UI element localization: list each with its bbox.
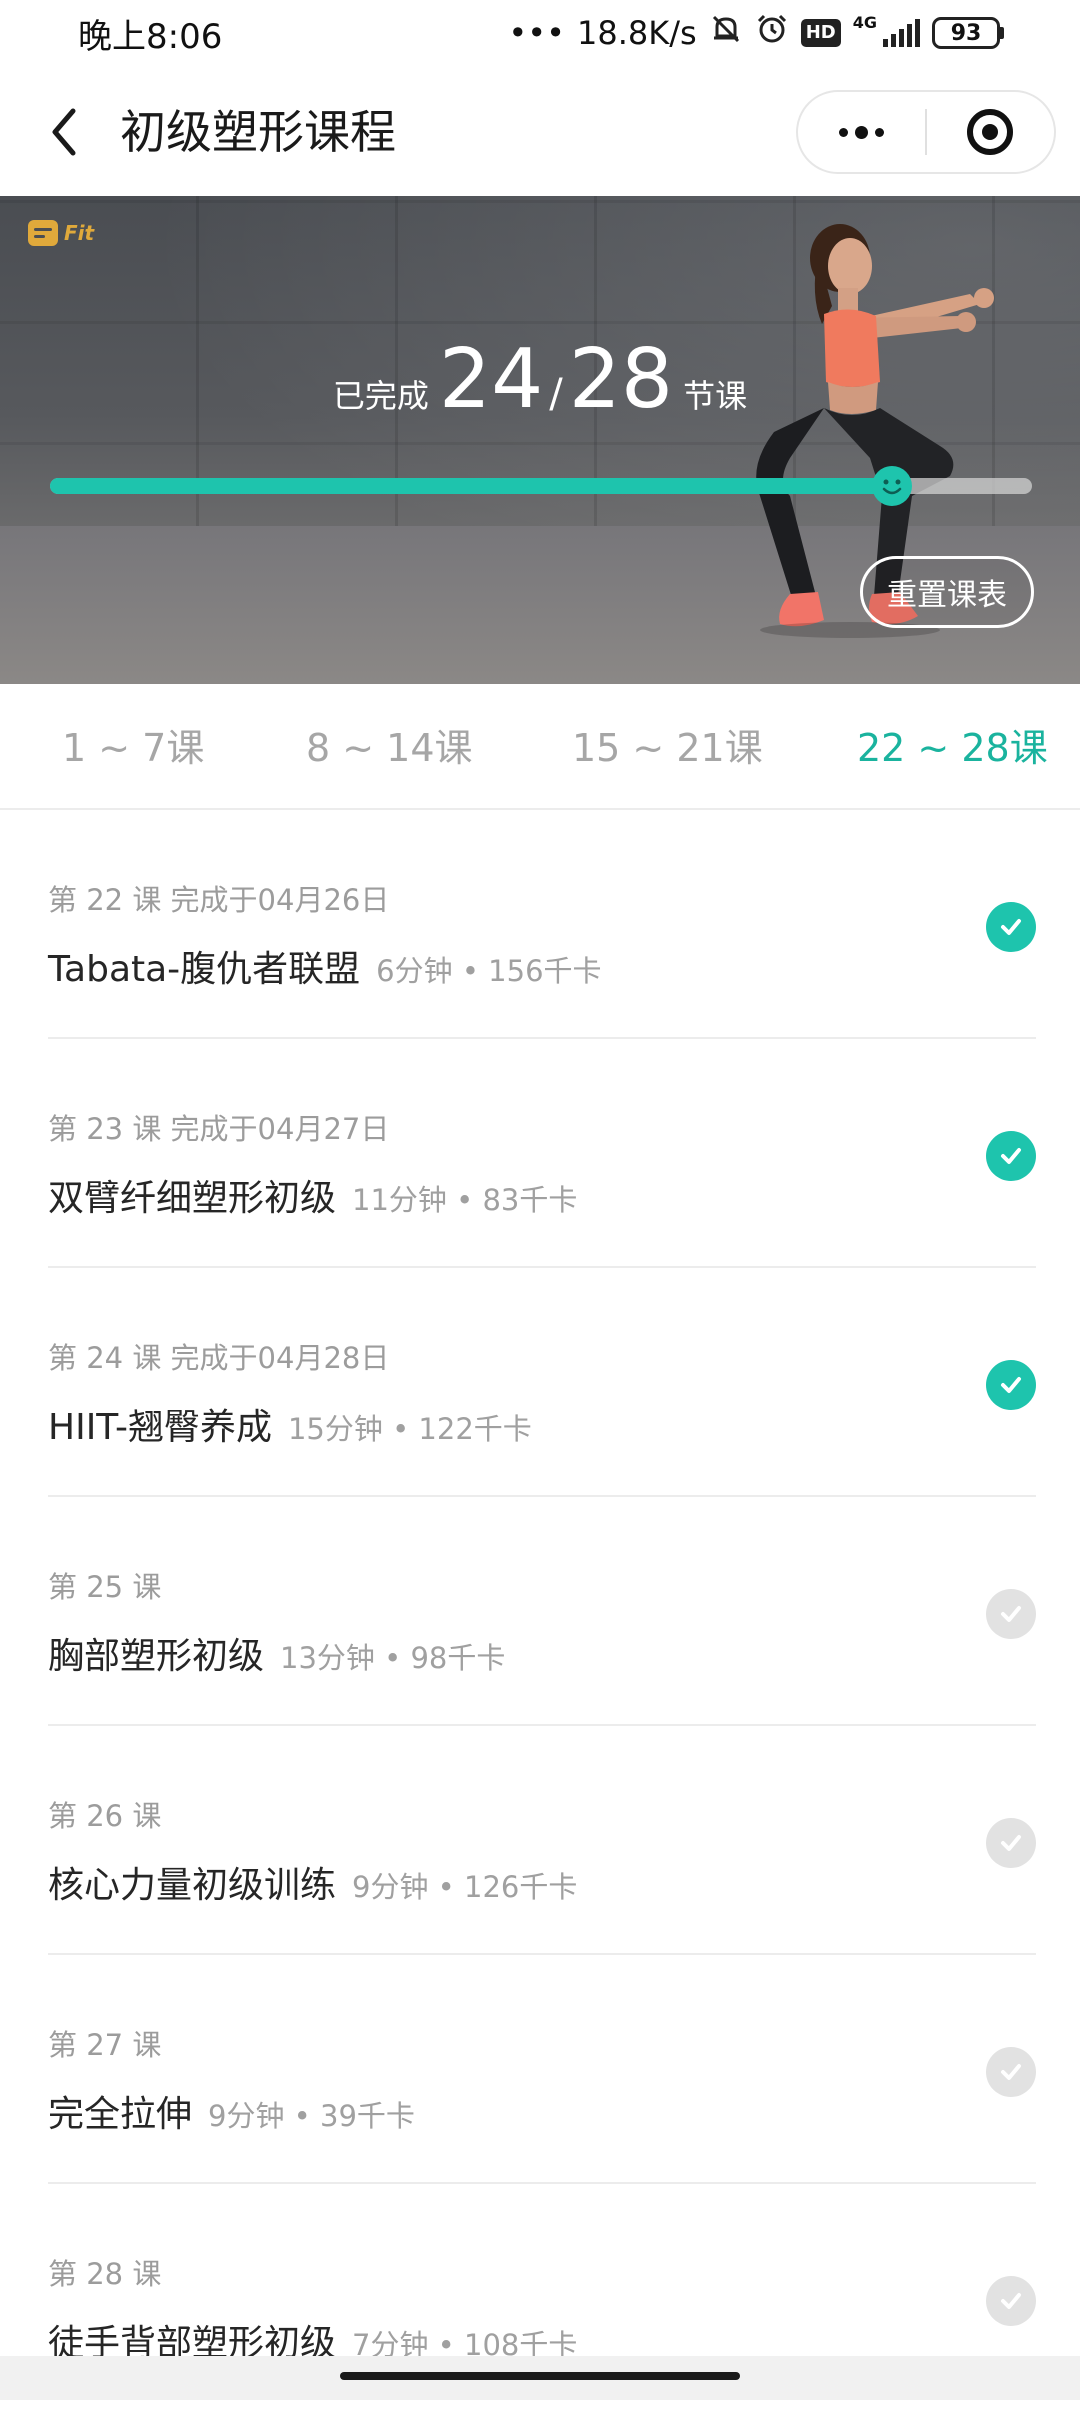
- lesson-item[interactable]: 第 23 课 完成于04月27日 双臂纤细塑形初级 11分钟 • 83千卡: [48, 1039, 1036, 1268]
- network-speed: 18.8K/s: [577, 14, 697, 52]
- mute-bell-icon: [709, 12, 743, 54]
- lesson-stats: 6分钟 • 156千卡: [376, 954, 602, 988]
- course-progress-bar: [50, 466, 1032, 506]
- back-button[interactable]: [36, 102, 92, 162]
- lesson-item[interactable]: 第 22 课 完成于04月26日 Tabata-腹仇者联盟 6分钟 • 156千…: [48, 810, 1036, 1039]
- lesson-item[interactable]: 第 27 课 完全拉伸 9分钟 • 39千卡: [48, 1955, 1036, 2184]
- hero-banner: Fit 已完成 24 / 28 节课 重置课表: [0, 196, 1080, 684]
- alarm-icon: [755, 12, 789, 54]
- status-time: 晚上8:06: [78, 16, 223, 57]
- tab-lessons-1-7[interactable]: 1 ~ 7课: [62, 724, 204, 772]
- page-title: 初级塑形课程: [120, 105, 396, 159]
- close-button[interactable]: [927, 90, 1054, 174]
- count-separator: /: [549, 371, 563, 417]
- lesson-item[interactable]: 第 25 课 胸部塑形初级 13分钟 • 98千卡: [48, 1497, 1036, 1726]
- target-close-icon: [967, 109, 1014, 155]
- lesson-meta: 第 25 课: [48, 1570, 162, 1604]
- status-icons: ••• 18.8K/s HD 4G 93: [508, 12, 1004, 54]
- completed-count: 24: [438, 332, 544, 427]
- lesson-title: 完全拉伸: [48, 2094, 193, 2135]
- battery-level: 93: [932, 17, 1000, 49]
- completed-prefix: 已完成: [332, 377, 429, 415]
- network-type: 4G: [852, 13, 877, 32]
- lesson-meta: 第 24 课 完成于04月28日: [48, 1341, 390, 1375]
- check-icon: [986, 902, 1036, 952]
- nav-bar: 初级塑形课程: [0, 66, 1080, 196]
- home-indicator[interactable]: [340, 2372, 740, 2380]
- check-icon: [986, 1589, 1036, 1639]
- lesson-item[interactable]: 第 24 课 完成于04月28日 HIIT-翘臀养成 15分钟 • 122千卡: [48, 1268, 1036, 1497]
- chevron-left-icon: [52, 108, 76, 156]
- lesson-title: Tabata-腹仇者联盟: [48, 949, 361, 990]
- completed-suffix: 节课: [683, 377, 748, 415]
- tab-lessons-22-28[interactable]: 22 ~ 28课: [857, 724, 1048, 772]
- lesson-range-tabs: 1 ~ 7课 8 ~ 14课 15 ~ 21课 22 ~ 28课: [0, 684, 1080, 810]
- check-icon: [986, 1131, 1036, 1181]
- tab-lessons-8-14[interactable]: 8 ~ 14课: [306, 724, 473, 772]
- lesson-title: HIIT-翘臀养成: [48, 1407, 272, 1448]
- lesson-stats: 15分钟 • 122千卡: [287, 1412, 532, 1446]
- more-button[interactable]: [798, 90, 925, 174]
- lesson-stats: 11分钟 • 83千卡: [352, 1183, 578, 1217]
- lesson-stats: 9分钟 • 39千卡: [208, 2099, 415, 2133]
- logo-icon: [28, 220, 58, 246]
- lesson-stats: 9分钟 • 126千卡: [352, 1870, 578, 1904]
- hd-icon: HD: [800, 19, 841, 47]
- lesson-item[interactable]: 第 26 课 核心力量初级训练 9分钟 • 126千卡: [48, 1726, 1036, 1955]
- mini-program-capsule: [796, 90, 1056, 174]
- dots-icon: •••: [508, 14, 566, 52]
- lesson-meta: 第 28 课: [48, 2257, 162, 2291]
- check-icon: [986, 1360, 1036, 1410]
- brand-logo-text: Fit: [64, 221, 95, 245]
- check-icon: [986, 1818, 1036, 1868]
- reset-schedule-button[interactable]: 重置课表: [860, 556, 1034, 628]
- tab-lessons-15-21[interactable]: 15 ~ 21课: [572, 724, 763, 772]
- lesson-meta: 第 22 课 完成于04月26日: [48, 883, 390, 917]
- more-dots-icon: [839, 125, 884, 139]
- lesson-stats: 13分钟 • 98千卡: [280, 1641, 506, 1675]
- lesson-title: 核心力量初级训练: [48, 1865, 337, 1906]
- check-icon: [986, 2276, 1036, 2326]
- progress-fill: [50, 478, 892, 494]
- status-bar: 晚上8:06 ••• 18.8K/s HD 4G 93: [0, 0, 1080, 66]
- smiley-icon: [871, 466, 912, 506]
- lesson-meta: 第 27 课: [48, 2028, 162, 2062]
- lesson-meta: 第 23 课 完成于04月27日: [48, 1112, 390, 1146]
- progress-summary: 已完成 24 / 28 节课: [0, 332, 1080, 428]
- signal-icon: [883, 19, 920, 47]
- lesson-title: 双臂纤细塑形初级: [48, 1178, 337, 1219]
- lesson-title: 胸部塑形初级: [48, 1636, 265, 1677]
- battery-icon: 93: [932, 17, 1004, 49]
- lesson-meta: 第 26 课: [48, 1799, 162, 1833]
- check-icon: [986, 2047, 1036, 2097]
- total-count: 28: [568, 332, 674, 427]
- brand-logo: Fit: [28, 220, 94, 246]
